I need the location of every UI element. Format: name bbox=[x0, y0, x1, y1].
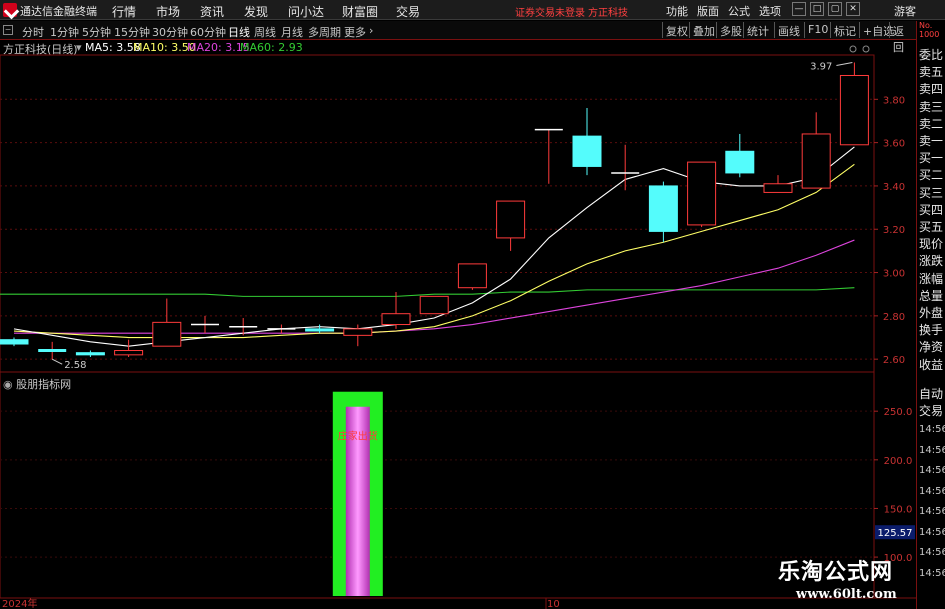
quote-field-label: 外盘 bbox=[919, 306, 944, 320]
date-axis-label: 2024年 bbox=[2, 597, 37, 609]
price-axis-label: 3.40 bbox=[883, 182, 905, 193]
candle-body-up bbox=[763, 183, 793, 193]
watermark-url: www.60lt.com bbox=[796, 587, 897, 602]
quote-field-label: 卖五 bbox=[919, 65, 944, 80]
tick-time: 14:56 bbox=[919, 547, 945, 558]
quote-field-label: 净资 bbox=[919, 340, 944, 355]
candle-body-down bbox=[305, 328, 335, 332]
panel-header: No. 1000 bbox=[919, 21, 940, 39]
quote-field-label: 总量 bbox=[919, 288, 944, 303]
candle-body-down bbox=[0, 339, 29, 345]
tick-time: 14:56 bbox=[919, 567, 945, 579]
quote-field-label: 卖四 bbox=[919, 82, 944, 97]
tick-time: 14:56 bbox=[919, 506, 945, 517]
candle-body-up bbox=[457, 263, 487, 289]
candle-body-up bbox=[152, 321, 182, 347]
current-value-label: 125.57 bbox=[878, 528, 913, 539]
auto-toggle[interactable]: 自动 bbox=[919, 385, 943, 402]
low-pointer bbox=[51, 358, 63, 365]
sub-indicator-header: ◉ 股朋指标网 bbox=[3, 376, 71, 392]
quote-field-label: 换手 bbox=[919, 323, 944, 338]
candle-body-up bbox=[381, 313, 411, 326]
quote-field-label: 买三 bbox=[919, 185, 944, 200]
tick-time: 14:56 bbox=[919, 485, 945, 497]
price-axis-label: 2.60 bbox=[883, 355, 905, 366]
candle-body-down bbox=[725, 150, 755, 174]
ma20-line bbox=[14, 239, 855, 334]
kline-chart[interactable]: 3.97 2.58 庄家出货 3.80 3.60 3.40 3.20 3.00 2.80 2.… bbox=[0, 0, 916, 609]
ma60-line bbox=[0, 287, 855, 297]
quote-field-label: 现价 bbox=[919, 237, 944, 252]
quote-field-label: 卖二 bbox=[919, 116, 944, 131]
price-axis-label: 3.80 bbox=[883, 95, 905, 106]
sub-axis-label: 150.0 bbox=[884, 504, 913, 515]
date-axis-label: 10 bbox=[547, 599, 560, 609]
price-axis-label: 3.60 bbox=[883, 139, 905, 150]
price-axis-label: 3.00 bbox=[883, 269, 905, 280]
quote-field-label: 收益 bbox=[919, 357, 944, 372]
quote-field-label: 涨跌 bbox=[919, 254, 944, 269]
price-axis-label: 2.80 bbox=[883, 312, 905, 323]
settings-icon bbox=[862, 45, 870, 53]
sub-axis-label: 200.0 bbox=[884, 456, 913, 467]
trade-label: 交易 bbox=[919, 404, 944, 418]
low-label: 2.58 bbox=[64, 360, 86, 371]
quote-field-label: 卖一 bbox=[919, 134, 944, 148]
candle-body-up bbox=[801, 133, 831, 189]
tick-time: 14:56 bbox=[919, 465, 945, 476]
candle-body-down bbox=[572, 135, 602, 167]
candle-body-down bbox=[75, 352, 105, 356]
candle-body-up bbox=[343, 328, 373, 336]
candle-body-up bbox=[496, 200, 526, 239]
signal-label: 庄家出货 bbox=[338, 430, 378, 443]
tick-time: 14:56 bbox=[919, 526, 945, 538]
tick-time: 14:56 bbox=[919, 424, 945, 435]
quote-field-label: 涨幅 bbox=[919, 271, 944, 286]
watermark-title: 乐淘公式网 bbox=[778, 560, 894, 585]
high-label: 3.97 bbox=[810, 61, 832, 72]
quote-field-label: 委比 bbox=[919, 48, 944, 62]
quote-field-label: 买四 bbox=[919, 202, 944, 217]
price-axis-label: 3.20 bbox=[883, 225, 905, 236]
quote-side-panel: No. 1000 委比卖五卖四卖三卖二卖一买一买二买三买四买五现价涨跌涨幅总量外… bbox=[916, 21, 945, 609]
indicator-dropdown-icon[interactable]: ◉ bbox=[3, 378, 13, 391]
quote-field-label: 卖三 bbox=[919, 99, 944, 114]
sub-indicator-title: 股朋指标网 bbox=[16, 378, 72, 391]
sub-axis-label: 250.0 bbox=[884, 407, 913, 418]
watermark: 乐淘公式网 www.60lt.com bbox=[764, 551, 916, 609]
main-pane-frame bbox=[0, 54, 875, 373]
candle-body-up bbox=[839, 74, 869, 146]
quote-field-label: 买五 bbox=[919, 220, 944, 234]
candle-body-up bbox=[419, 295, 449, 315]
diamond-icon bbox=[849, 45, 857, 53]
quote-field-label: 买二 bbox=[919, 168, 944, 183]
candle-body-up bbox=[687, 161, 717, 226]
high-pointer bbox=[836, 62, 853, 66]
sub-pane-frame bbox=[0, 371, 875, 599]
candle-body-up bbox=[114, 350, 144, 356]
candle-body-down bbox=[648, 185, 678, 232]
tick-time: 14:56 bbox=[919, 444, 945, 456]
quote-field-label: 买一 bbox=[919, 151, 944, 166]
